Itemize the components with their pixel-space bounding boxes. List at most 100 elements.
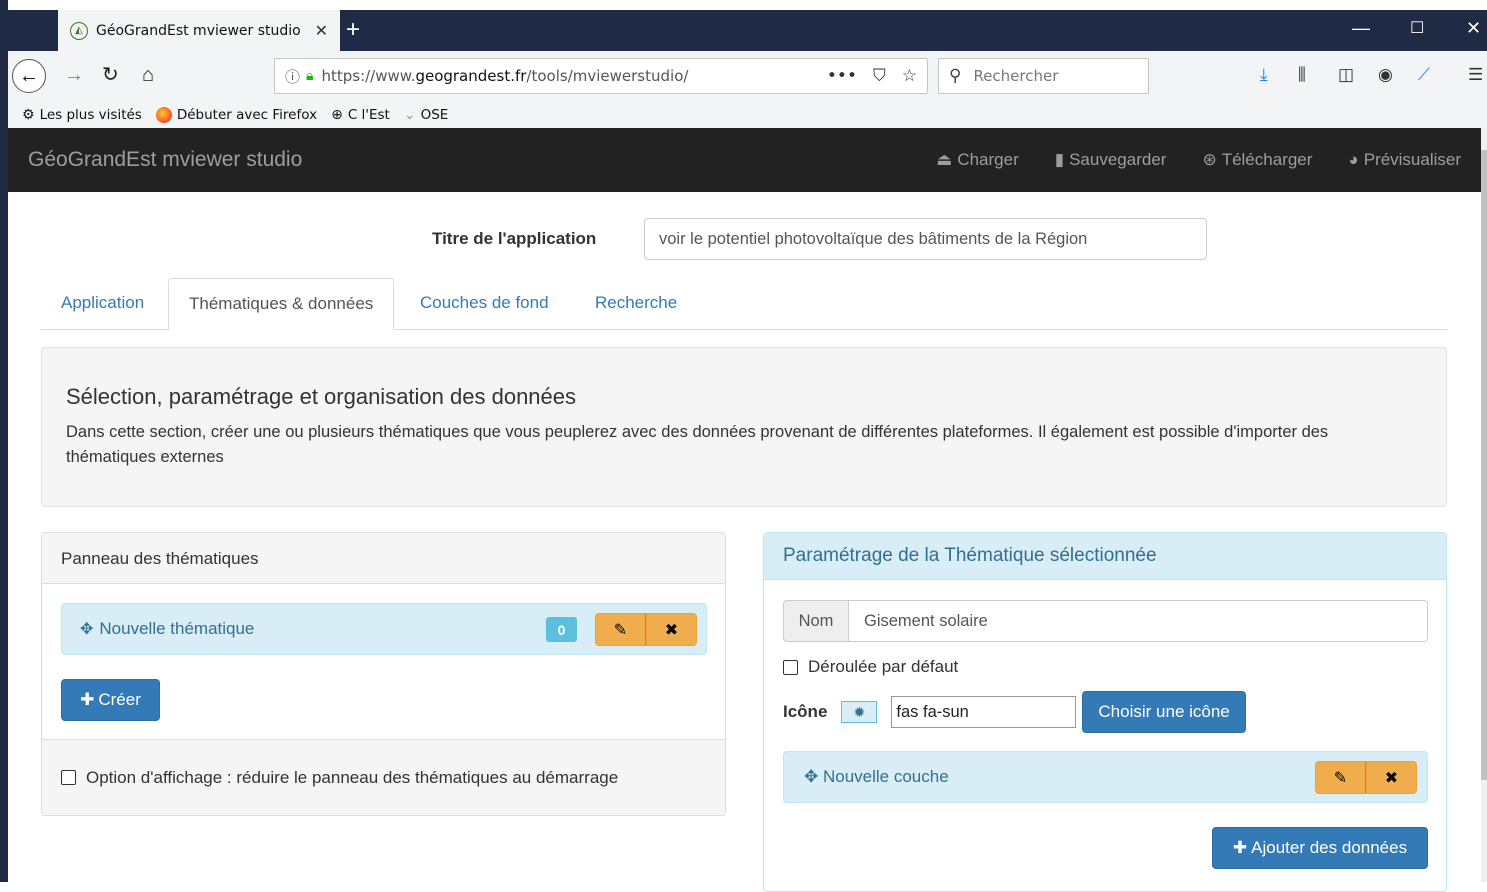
remove-icon: ✖ [1384, 769, 1399, 787]
edit-layer-button[interactable]: ✎ [1315, 761, 1366, 794]
scrollbar-thumb[interactable] [1481, 150, 1487, 780]
globe-icon: ◕ [1348, 150, 1359, 169]
theme-settings-panel: Paramétrage de la Thématique sélectionné… [763, 532, 1447, 892]
home-icon[interactable]: ⌂ [142, 63, 154, 87]
minimize-icon[interactable]: — [1352, 18, 1370, 39]
name-addon: Nom [783, 600, 849, 642]
themes-panel: Panneau des thématiques ✥ Nouvelle thémat… [41, 532, 726, 816]
back-button[interactable]: ← [12, 59, 46, 93]
ose-icon: ⌄ [403, 106, 416, 123]
nav-download[interactable]: ⊛ Télécharger [1202, 150, 1312, 170]
bookmarks-bar: ⚙ Les plus visités Débuter avec Firefox ⊕… [8, 101, 1487, 128]
delete-layer-button[interactable]: ✖ [1366, 761, 1417, 794]
tab-search[interactable]: Recherche [575, 278, 697, 330]
tab-themes-data[interactable]: Thématiques & données [168, 278, 395, 331]
forward-icon[interactable]: → [64, 63, 84, 87]
pencil-icon: ✎ [1333, 769, 1348, 787]
pencil-icon: ✎ [613, 621, 628, 639]
tab-application[interactable]: Application [41, 278, 164, 330]
layer-count-badge: 0 [546, 617, 577, 642]
download-circle-icon: ⊛ [1202, 150, 1217, 169]
nav-preview[interactable]: ◕ Prévisualiser [1348, 150, 1461, 170]
app-title-label: Titre de l'application [432, 229, 597, 248]
collapse-panel-checkbox[interactable] [61, 770, 76, 785]
site-favicon-icon: ◭ [70, 21, 88, 40]
search-icon: ⚲ [949, 66, 962, 86]
download-icon[interactable]: ⤓ [1260, 65, 1268, 85]
sidebar-icon[interactable]: ◫ [1338, 65, 1354, 85]
move-icon[interactable]: ✥ [804, 767, 818, 786]
theme-settings-heading: Paramétrage de la Thématique sélectionné… [764, 533, 1446, 580]
remove-icon: ✖ [664, 621, 679, 639]
icon-row: Icône ✹ Choisir une icône [783, 691, 1246, 733]
bookmark-most-visited[interactable]: ⚙ Les plus visités [22, 107, 142, 123]
expanded-default-checkbox[interactable] [783, 659, 798, 675]
edit-theme-button[interactable]: ✎ [595, 613, 646, 646]
floppy-icon: ▮ [1054, 150, 1065, 169]
name-input-group: Nom [783, 600, 1428, 642]
expanded-default-option: Déroulée par défaut [783, 657, 958, 677]
search-bar[interactable]: ⚲ Rechercher [938, 58, 1149, 94]
nav-load[interactable]: ⏏ Charger [936, 150, 1018, 170]
section-heading: Sélection, paramétrage et organisation d… [66, 384, 577, 409]
section-description: Dans cette section, créer une ou plusieu… [66, 423, 1329, 466]
sun-icon: ✹ [841, 701, 878, 723]
bookmark-getting-started[interactable]: Débuter avec Firefox [155, 106, 317, 123]
firefox-icon [155, 106, 172, 123]
new-tab-button[interactable]: + [346, 16, 360, 44]
icon-label: Icône [783, 702, 828, 721]
app-navbar: GéoGrandEst mviewer studio ⏏ Charger ▮ Sau… [8, 128, 1481, 192]
display-option: Option d'affichage : réduire le panneau … [42, 739, 725, 815]
lock-icon: 🔒︎ [306, 68, 314, 84]
back-arrow-icon: ← [19, 64, 39, 87]
move-icon[interactable]: ✥ [80, 621, 93, 638]
maximize-icon[interactable]: ☐ [1410, 18, 1424, 38]
tab-close-icon[interactable]: ✕ [315, 21, 328, 40]
choose-icon-button[interactable]: Choisir une icône [1082, 691, 1246, 733]
expanded-default-label: Déroulée par défaut [808, 657, 959, 676]
layer-name: Nouvelle couche [822, 767, 949, 786]
url-bar[interactable]: ⓘ 🔒︎ https://www. geograndest.fr/tools/mv… [274, 58, 928, 94]
icon-class-input[interactable] [891, 696, 1077, 728]
page-actions-icon[interactable]: ••• [827, 66, 857, 86]
section-intro: Sélection, paramétrage et organisation d… [41, 347, 1447, 507]
search-placeholder: Rechercher [973, 67, 1059, 85]
tab-title: GéoGrandEst mviewer studio [96, 22, 301, 39]
browser-titlebar: ◭ GéoGrandEst mviewer studio ✕ + — ☐ ✕ [8, 10, 1487, 51]
url-domain: geograndest.fr [415, 67, 527, 85]
theme-list-item[interactable]: ✥ Nouvelle thématique 0 ✎ ✖ [61, 603, 707, 655]
app-brand[interactable]: GéoGrandEst mviewer studio [28, 148, 302, 172]
url-path: /tools/mviewerstudio/ [526, 67, 689, 85]
themes-panel-heading: Panneau des thématiques [42, 533, 725, 584]
account-icon[interactable]: ◉ [1378, 65, 1393, 85]
bookmark-cest[interactable]: ⊕ C l'Est [331, 107, 390, 123]
layer-list-item[interactable]: ✥ Nouvelle couche ✎ ✖ [783, 751, 1428, 803]
plus-icon: ✚ [1232, 838, 1248, 857]
bookmark-star-icon[interactable]: ☆ [902, 66, 917, 86]
browser-navbar: ← → ↻ ⌂ ⓘ 🔒︎ https://www. geograndest.fr /… [8, 51, 1487, 101]
extension-icon[interactable]: ⟋ [1418, 65, 1430, 85]
app-title-input[interactable] [644, 218, 1207, 260]
add-data-button[interactable]: ✚ Ajouter des données [1212, 827, 1428, 869]
app-title-row: Titre de l'application [432, 218, 1207, 260]
upload-icon: ⏏ [936, 150, 953, 169]
create-theme-button[interactable]: ✚ Créer [61, 679, 160, 721]
menu-icon[interactable]: ☰ [1468, 65, 1483, 85]
globe-icon: ⊕ [331, 106, 343, 123]
reload-icon[interactable]: ↻ [102, 63, 119, 87]
theme-name: Nouvelle thématique [99, 619, 255, 638]
window-close-icon[interactable]: ✕ [1466, 18, 1481, 39]
theme-name-input[interactable] [849, 600, 1428, 642]
display-option-label: Option d'affichage : réduire le panneau … [86, 767, 619, 787]
pocket-icon[interactable]: ⛉ [873, 66, 886, 86]
info-icon[interactable]: ⓘ [285, 66, 300, 87]
nav-save[interactable]: ▮ Sauvegarder [1055, 150, 1167, 170]
url-prefix: https://www. [321, 67, 416, 85]
delete-theme-button[interactable]: ✖ [646, 613, 697, 646]
main-tabs: Application Thématiques & données Couche… [41, 278, 1447, 331]
bookmark-ose[interactable]: ⌄ OSE [404, 107, 448, 123]
browser-tab[interactable]: ◭ GéoGrandEst mviewer studio ✕ [58, 10, 340, 51]
library-icon[interactable]: ⫼ [1298, 65, 1306, 85]
tab-base-layers[interactable]: Couches de fond [400, 278, 569, 330]
plus-icon: ✚ [80, 690, 95, 709]
